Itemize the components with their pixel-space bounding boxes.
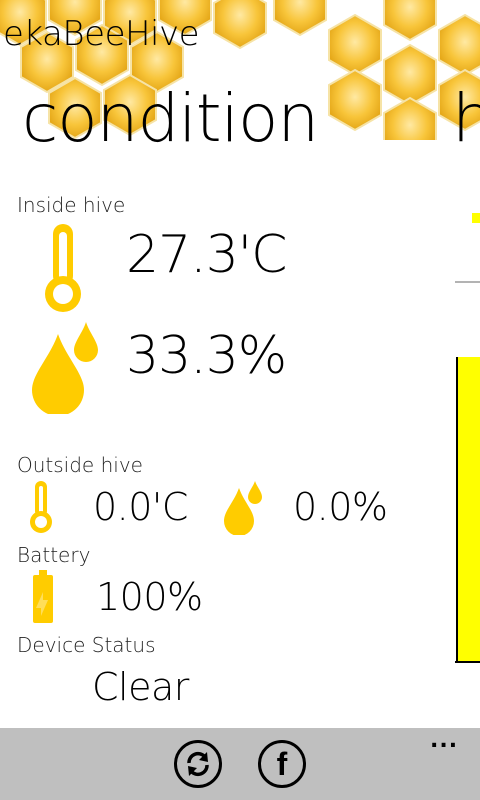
chart-bar bbox=[457, 357, 480, 662]
outside-humidity-value: 0.0% bbox=[293, 485, 388, 529]
battery-value: 100% bbox=[96, 575, 203, 619]
battery-icon bbox=[33, 570, 53, 623]
outside-temperature-value: 0.0'C bbox=[93, 485, 188, 529]
humidity-drops-icon bbox=[32, 322, 98, 414]
device-status-value: Clear bbox=[92, 665, 189, 709]
pivot-header-condition[interactable]: condition bbox=[22, 80, 319, 157]
inside-humidity-value: 33.3% bbox=[126, 326, 287, 386]
thermometer-icon bbox=[45, 224, 81, 312]
more-options-button[interactable]: ... bbox=[430, 728, 458, 753]
device-status-label: Device Status bbox=[17, 633, 156, 657]
battery-label: Battery bbox=[17, 543, 91, 567]
inside-hive-label: Inside hive bbox=[17, 193, 126, 217]
facebook-icon: f bbox=[276, 746, 288, 782]
sync-button[interactable] bbox=[174, 740, 222, 788]
outside-thermometer-icon bbox=[30, 481, 52, 533]
app-title: hekaBeeHive bbox=[0, 14, 200, 54]
next-pivot-chart-peek bbox=[455, 213, 480, 663]
app-bar: f ... bbox=[0, 728, 480, 800]
refresh-icon bbox=[187, 751, 209, 777]
chart-marker bbox=[472, 213, 480, 223]
pivot-header-next[interactable]: h bbox=[452, 80, 480, 157]
inside-temperature-value: 27.3'C bbox=[126, 225, 287, 285]
outside-humidity-icon bbox=[224, 481, 262, 535]
facebook-button[interactable]: f bbox=[258, 740, 306, 788]
outside-hive-label: Outside hive bbox=[17, 453, 143, 477]
